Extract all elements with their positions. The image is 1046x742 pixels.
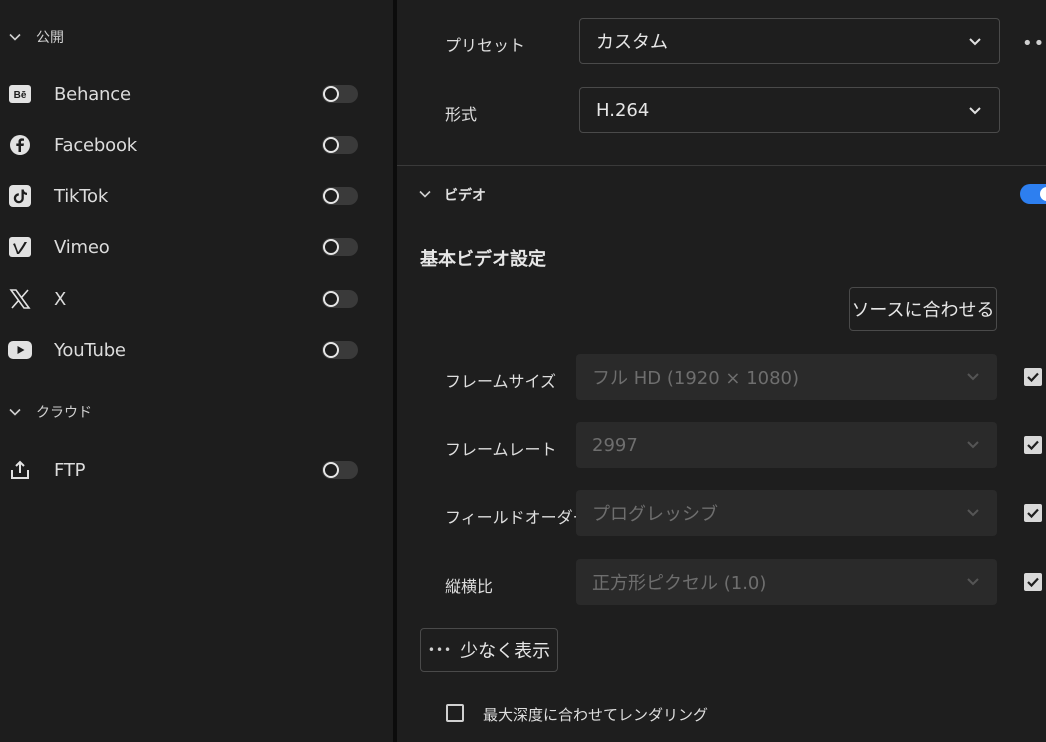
chevron-down-icon	[965, 573, 981, 589]
cloud-section-header[interactable]: クラウド	[6, 402, 92, 422]
publish-item-ftp[interactable]: FTP	[8, 455, 358, 485]
field-order-value: プログレッシブ	[592, 504, 718, 525]
behance-icon: Bē	[8, 82, 32, 106]
publish-item-label: Behance	[54, 83, 131, 105]
aspect-ratio-label: 縦横比	[445, 577, 494, 596]
chevron-down-icon	[967, 33, 983, 49]
svg-text:Bē: Bē	[14, 90, 27, 101]
field-order-label: フィールドオーダー	[445, 508, 589, 527]
chevron-down-icon	[965, 368, 981, 384]
show-less-button[interactable]: ••• 少なく表示	[420, 628, 558, 672]
format-value: H.264	[596, 99, 650, 121]
publish-section-label: 公開	[36, 30, 64, 46]
publish-item-label: YouTube	[54, 339, 126, 361]
cloud-section-label: クラウド	[36, 405, 92, 421]
frame-size-checkbox[interactable]	[1024, 368, 1042, 386]
publish-item-x[interactable]: X	[8, 284, 358, 314]
chevron-down-icon	[6, 403, 24, 421]
video-section-header[interactable]: ビデオ	[418, 185, 486, 205]
aspect-ratio-checkbox[interactable]	[1024, 573, 1042, 591]
publish-item-label: TikTok	[54, 185, 109, 207]
youtube-icon	[8, 338, 32, 362]
aspect-ratio-select[interactable]: 正方形ピクセル (1.0)	[576, 559, 997, 605]
frame-size-value: フル HD (1920 × 1080)	[592, 368, 800, 389]
section-divider	[397, 165, 1046, 166]
ftp-toggle[interactable]	[322, 461, 358, 479]
tiktok-toggle[interactable]	[322, 187, 358, 205]
chevron-down-icon	[967, 102, 983, 118]
preset-label: プリセット	[445, 36, 526, 55]
frame-rate-value: 2997	[592, 434, 638, 456]
chevron-down-icon	[965, 436, 981, 452]
publish-item-vimeo[interactable]: Vimeo	[8, 232, 358, 262]
publish-item-facebook[interactable]: Facebook	[8, 130, 358, 160]
frame-size-label: フレームサイズ	[445, 372, 557, 391]
max-depth-label: 最大深度に合わせてレンダリング	[483, 706, 709, 724]
publish-item-label: FTP	[54, 459, 86, 481]
frame-size-select[interactable]: フル HD (1920 × 1080)	[576, 354, 997, 400]
publish-panel: 公開 Bē Behance Facebook TikTok Vimeo X Yo…	[0, 0, 393, 742]
field-order-checkbox[interactable]	[1024, 504, 1042, 522]
more-horizontal-icon[interactable]: •••	[1022, 33, 1046, 54]
publish-item-label: X	[54, 288, 67, 310]
publish-item-tiktok[interactable]: TikTok	[8, 181, 358, 211]
vimeo-icon	[8, 235, 32, 259]
x-icon	[8, 287, 32, 311]
show-less-label: 少なく表示	[460, 641, 551, 662]
basic-video-settings-heading: 基本ビデオ設定	[420, 249, 546, 270]
frame-rate-checkbox[interactable]	[1024, 436, 1042, 454]
publish-item-youtube[interactable]: YouTube	[8, 335, 358, 365]
publish-item-label: Vimeo	[54, 236, 110, 258]
toggle-knob	[1040, 187, 1046, 201]
youtube-toggle[interactable]	[322, 341, 358, 359]
field-order-select[interactable]: プログレッシブ	[576, 490, 997, 536]
chevron-down-icon	[6, 28, 24, 46]
frame-rate-select[interactable]: 2997	[576, 422, 997, 468]
preset-select[interactable]: カスタム	[579, 18, 1000, 64]
vimeo-toggle[interactable]	[322, 238, 358, 256]
behance-toggle[interactable]	[322, 85, 358, 103]
max-depth-checkbox[interactable]	[446, 704, 464, 722]
video-section-label: ビデオ	[444, 188, 486, 204]
publish-item-behance[interactable]: Bē Behance	[8, 79, 358, 109]
chevron-down-icon	[965, 504, 981, 520]
publish-item-label: Facebook	[54, 134, 137, 156]
upload-icon	[8, 458, 32, 482]
frame-rate-label: フレームレート	[445, 440, 557, 459]
tiktok-icon	[8, 184, 32, 208]
more-horizontal-icon: •••	[427, 643, 453, 657]
format-select[interactable]: H.264	[579, 87, 1000, 133]
match-source-button[interactable]: ソースに合わせる	[849, 287, 997, 331]
video-toggle[interactable]	[1020, 184, 1046, 204]
x-toggle[interactable]	[322, 290, 358, 308]
publish-section-header[interactable]: 公開	[6, 27, 64, 47]
preset-value: カスタム	[596, 32, 668, 53]
aspect-ratio-value: 正方形ピクセル (1.0)	[592, 573, 767, 594]
format-label: 形式	[445, 105, 478, 124]
chevron-down-icon	[418, 186, 432, 205]
facebook-toggle[interactable]	[322, 136, 358, 154]
facebook-icon	[8, 133, 32, 157]
